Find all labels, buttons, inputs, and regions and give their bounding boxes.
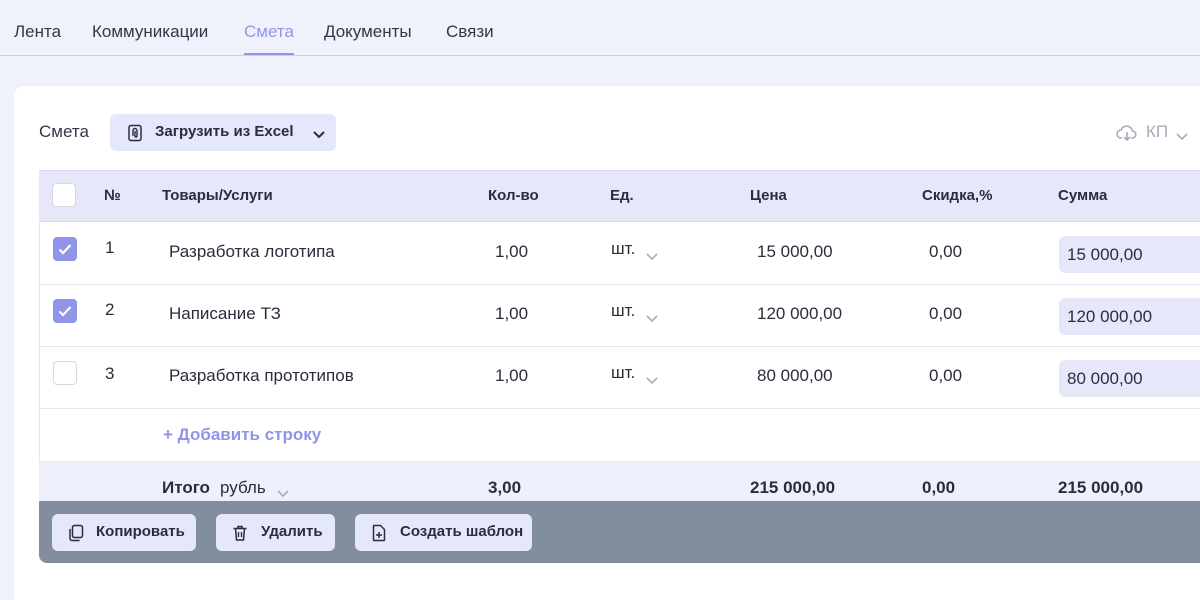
- table-row: 2 Написание ТЗ 1,00 шт. 120 000,00 0,00 …: [39, 285, 1200, 347]
- trash-icon: [231, 524, 249, 547]
- chevron-down-icon[interactable]: [646, 310, 658, 328]
- select-all-checkbox[interactable]: [52, 183, 76, 207]
- tab-estimate[interactable]: Смета: [244, 22, 294, 42]
- row-price[interactable]: 80 000,00: [757, 366, 833, 386]
- upload-excel-label: Загрузить из Excel: [155, 123, 294, 140]
- check-icon: [58, 244, 72, 255]
- row-discount[interactable]: 0,00: [929, 304, 962, 324]
- delete-label: Удалить: [261, 523, 323, 540]
- add-row-button[interactable]: + Добавить строку: [163, 425, 321, 445]
- kp-label: КП: [1146, 122, 1169, 141]
- row-checkbox[interactable]: [53, 299, 77, 323]
- chevron-down-icon[interactable]: [312, 127, 326, 145]
- chevron-down-icon[interactable]: [646, 248, 658, 266]
- row-qty[interactable]: 1,00: [495, 366, 528, 386]
- cloud-download-icon: [1116, 124, 1138, 147]
- total-qty: 3,00: [488, 478, 522, 497]
- active-tab-indicator: [244, 53, 294, 55]
- total-label: Итого: [162, 478, 210, 497]
- header-item: Товары/Услуги: [162, 187, 273, 204]
- row-item[interactable]: Разработка логотипа: [169, 242, 335, 262]
- row-price[interactable]: 120 000,00: [757, 304, 842, 324]
- row-sum: 80 000,00: [1059, 360, 1200, 397]
- row-price[interactable]: 15 000,00: [757, 242, 833, 262]
- total-price: 215 000,00: [750, 478, 836, 497]
- row-sum-value: 120 000,00: [1067, 307, 1153, 326]
- row-num: 2: [105, 300, 115, 319]
- chevron-down-icon[interactable]: [646, 372, 658, 390]
- currency-select[interactable]: рубль: [220, 478, 266, 498]
- row-item[interactable]: Написание ТЗ: [169, 304, 281, 324]
- create-template-label: Создать шаблон: [400, 523, 524, 540]
- copy-label: Копировать: [96, 523, 185, 540]
- row-num: 3: [105, 364, 115, 383]
- delete-button[interactable]: Удалить: [216, 514, 335, 551]
- table-header: № Товары/Услуги Кол-во Ед. Цена Скидка,%…: [39, 170, 1200, 222]
- row-checkbox[interactable]: [53, 361, 77, 385]
- header-discount: Скидка,%: [922, 187, 993, 204]
- create-template-button[interactable]: Создать шаблон: [355, 514, 532, 551]
- total-sum: 215 000,00: [1058, 478, 1144, 497]
- row-unit[interactable]: шт.: [611, 239, 635, 259]
- selection-action-bar: Копировать Удалить Создать шаблон: [39, 501, 1200, 563]
- header-unit: Ед.: [610, 187, 634, 204]
- header-sum: Сумма: [1058, 187, 1108, 204]
- row-unit[interactable]: шт.: [611, 363, 635, 383]
- row-unit[interactable]: шт.: [611, 301, 635, 321]
- upload-excel-button[interactable]: Загрузить из Excel: [110, 114, 336, 151]
- row-sum-value: 80 000,00: [1067, 369, 1143, 388]
- row-sum-value: 15 000,00: [1067, 245, 1143, 264]
- table-row: 1 Разработка логотипа 1,00 шт. 15 000,00…: [39, 223, 1200, 285]
- paperclip-icon: [126, 124, 144, 142]
- total-discount: 0,00: [922, 478, 956, 497]
- row-qty[interactable]: 1,00: [495, 242, 528, 262]
- table-row: 3 Разработка прототипов 1,00 шт. 80 000,…: [39, 347, 1200, 409]
- tab-feed[interactable]: Лента: [14, 22, 61, 42]
- copy-icon: [67, 524, 85, 547]
- row-discount[interactable]: 0,00: [929, 242, 962, 262]
- row-num: 1: [105, 238, 115, 257]
- header-qty: Кол-во: [488, 187, 539, 204]
- check-icon: [58, 306, 72, 317]
- copy-button[interactable]: Копировать: [52, 514, 196, 551]
- section-title: Смета: [39, 122, 89, 141]
- row-sum: 15 000,00: [1059, 236, 1200, 273]
- header-price: Цена: [750, 187, 787, 204]
- tab-bar: Лента Коммуникации Смета Документы Связи: [0, 0, 1200, 56]
- tab-communications[interactable]: Коммуникации: [92, 22, 208, 42]
- row-sum: 120 000,00: [1059, 298, 1200, 335]
- header-num: №: [104, 187, 121, 204]
- row-item[interactable]: Разработка прототипов: [169, 366, 354, 386]
- tab-links[interactable]: Связи: [446, 22, 494, 42]
- chevron-down-icon: [1176, 126, 1188, 146]
- add-row-area: + Добавить строку: [39, 409, 1200, 462]
- row-discount[interactable]: 0,00: [929, 366, 962, 386]
- file-plus-icon: [370, 524, 388, 547]
- tab-documents[interactable]: Документы: [324, 22, 412, 42]
- row-qty[interactable]: 1,00: [495, 304, 528, 324]
- row-checkbox[interactable]: [53, 237, 77, 261]
